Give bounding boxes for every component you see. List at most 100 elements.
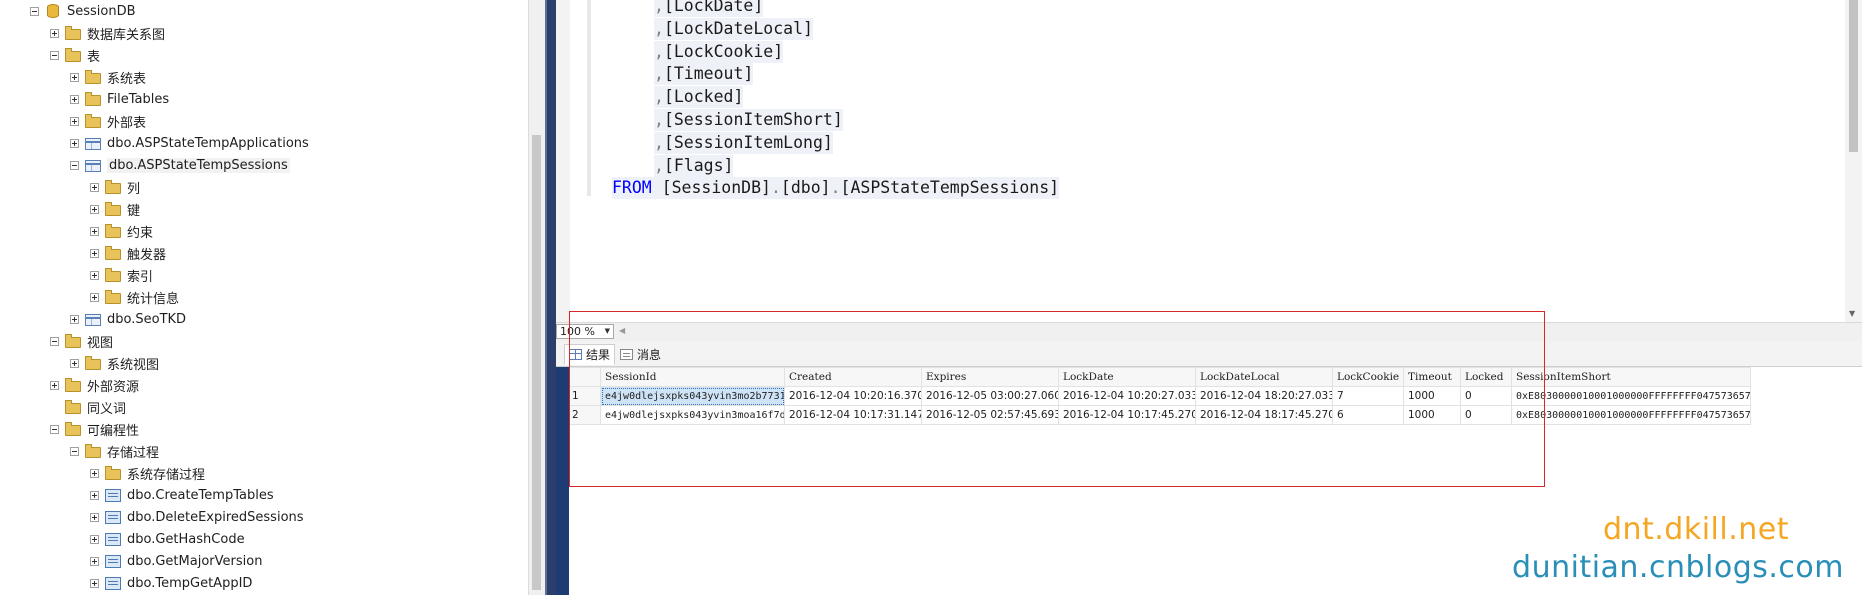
tree-node-createtemptables[interactable]: dbo.CreateTempTables: [90, 484, 274, 506]
tree-node-triggers[interactable]: 触发器: [90, 242, 166, 264]
grid-cell[interactable]: 0xE8030000010001000000FFFFFFFF0475736572…: [1511, 386, 1751, 406]
grid-cell[interactable]: e4jw0dlejsxpks043yvin3moa16f7da2: [600, 405, 785, 425]
tree-node-tempgetappid[interactable]: dbo.TempGetAppID: [90, 572, 252, 594]
expand-icon[interactable]: [90, 556, 99, 566]
expand-icon[interactable]: [70, 314, 79, 324]
tree-node-columns[interactable]: 列: [90, 176, 140, 198]
grid-cell[interactable]: 2016-12-04 10:20:16.370: [784, 386, 922, 406]
row-number[interactable]: 2: [569, 405, 601, 425]
expand-icon[interactable]: [90, 534, 99, 544]
tree-node-external-tables[interactable]: 外部表: [70, 110, 146, 132]
tree-node-system-tables[interactable]: 系统表: [70, 66, 146, 88]
tree-node-sessiondb[interactable]: SessionDB: [30, 0, 136, 22]
tree-node-constraints[interactable]: 约束: [90, 220, 153, 242]
tree-node-aspstatetempapplications[interactable]: dbo.ASPStateTempApplications: [70, 132, 309, 154]
grid-cell[interactable]: 1000: [1403, 386, 1461, 406]
tree-node-system-stored-procedures[interactable]: 系统存储过程: [90, 462, 205, 484]
tree-node-external-resources[interactable]: 外部资源: [50, 374, 139, 396]
expand-icon[interactable]: [90, 270, 99, 280]
expand-icon[interactable]: [90, 204, 99, 214]
grid-cell[interactable]: 2016-12-04 10:20:27.033: [1058, 386, 1196, 406]
grid-cell[interactable]: e4jw0dlejsxpks043yvin3mo2b7731d2: [600, 386, 785, 406]
tree-node-label: 外部资源: [87, 379, 140, 395]
grid-cell[interactable]: 2016-12-04 10:17:45.270: [1058, 405, 1196, 425]
expand-icon[interactable]: [90, 578, 99, 588]
tree-node-tables[interactable]: 表: [50, 44, 100, 66]
tree-node-system-views[interactable]: 系统视图: [70, 352, 159, 374]
expand-icon[interactable]: [90, 182, 99, 192]
tree-node-aspstatetempsessions[interactable]: dbo.ASPStateTempSessions: [70, 154, 290, 176]
tree-node-indexes[interactable]: 索引: [90, 264, 153, 286]
results-grid[interactable]: SessionId Created Expires LockDate LockDateL…: [569, 367, 1751, 425]
collapse-icon[interactable]: [50, 424, 59, 434]
table-row[interactable]: 2 e4jw0dlejsxpks043yvin3moa16f7da2 2016-12…: [569, 405, 1751, 425]
object-explorer-scrollbar[interactable]: [528, 0, 545, 595]
expand-icon[interactable]: [70, 116, 79, 126]
collapse-icon[interactable]: [30, 6, 39, 16]
expand-icon[interactable]: [90, 490, 99, 500]
tree-node-getmajorversion[interactable]: dbo.GetMajorVersion: [90, 550, 262, 572]
column-header[interactable]: SessionItemShort: [1511, 367, 1751, 387]
expand-icon[interactable]: [90, 292, 99, 302]
tab-results[interactable]: 结果: [564, 344, 616, 365]
collapse-icon[interactable]: [50, 50, 59, 60]
collapse-icon[interactable]: [50, 336, 59, 346]
row-number[interactable]: 1: [569, 386, 601, 406]
expand-icon[interactable]: [90, 248, 99, 258]
scrollbar-thumb[interactable]: [1849, 0, 1858, 152]
tree-node-gethashcode[interactable]: dbo.GetHashCode: [90, 528, 245, 550]
tab-messages[interactable]: 消息: [616, 344, 665, 365]
grid-cell[interactable]: 0: [1460, 405, 1512, 425]
tree-node-diagrams[interactable]: 数据库关系图: [50, 22, 165, 44]
expand-icon[interactable]: [90, 512, 99, 522]
expand-icon[interactable]: [70, 72, 79, 82]
expand-icon[interactable]: [50, 380, 59, 390]
column-header[interactable]: Created: [784, 367, 922, 387]
grid-cell[interactable]: 2016-12-04 18:20:27.033: [1195, 386, 1333, 406]
expand-icon[interactable]: [50, 28, 59, 38]
tree-node-statistics[interactable]: 统计信息: [90, 286, 179, 308]
grid-cell[interactable]: 0: [1460, 386, 1512, 406]
tree-node-synonyms[interactable]: 同义词: [50, 396, 126, 418]
column-header[interactable]: LockDateLocal: [1195, 367, 1333, 387]
scrollbar-thumb[interactable]: [532, 135, 541, 590]
column-header[interactable]: SessionId: [600, 367, 785, 387]
grid-cell[interactable]: 7: [1332, 386, 1404, 406]
grid-cell[interactable]: 2016-12-04 10:17:31.147: [784, 405, 922, 425]
zoom-dropdown[interactable]: 100 % ▼: [556, 324, 614, 339]
grid-cell[interactable]: 2016-12-05 03:00:27.060: [921, 386, 1059, 406]
scroll-left-arrow-icon[interactable]: ◀: [619, 326, 625, 335]
scroll-down-arrow-icon[interactable]: ▼: [1849, 309, 1855, 318]
folder-icon: [65, 333, 81, 348]
expand-icon[interactable]: [70, 94, 79, 104]
tree-node-seotkd[interactable]: dbo.SeoTKD: [70, 308, 186, 330]
collapse-icon[interactable]: [70, 446, 79, 456]
tree-node-stored-procedures[interactable]: 存储过程: [70, 440, 159, 462]
row-header-corner[interactable]: [569, 367, 601, 387]
database-icon: [47, 4, 59, 18]
column-header[interactable]: Expires: [921, 367, 1059, 387]
tree-node-filetables[interactable]: FileTables: [70, 88, 169, 110]
grid-cell[interactable]: 2016-12-04 18:17:45.270: [1195, 405, 1333, 425]
expand-icon[interactable]: [90, 226, 99, 236]
column-header[interactable]: LockCookie: [1332, 367, 1404, 387]
tree-node-views[interactable]: 视图: [50, 330, 113, 352]
tree-node-keys[interactable]: 键: [90, 198, 140, 220]
editor-scrollbar[interactable]: ▼: [1845, 0, 1862, 322]
grid-cell[interactable]: 1000: [1403, 405, 1461, 425]
expand-icon[interactable]: [70, 138, 79, 148]
column-header[interactable]: LockDate: [1058, 367, 1196, 387]
tree-node-programmability[interactable]: 可编程性: [50, 418, 139, 440]
column-header[interactable]: Timeout: [1403, 367, 1461, 387]
grid-cell[interactable]: 2016-12-05 02:57:45.693: [921, 405, 1059, 425]
sql-line: ,[SessionItemLong]: [654, 131, 833, 154]
column-header[interactable]: Locked: [1460, 367, 1512, 387]
query-editor[interactable]: ,[LockDate] ,[LockDateLocal] ,[LockCookie]…: [556, 0, 1862, 322]
collapse-icon[interactable]: [70, 160, 79, 170]
expand-icon[interactable]: [70, 358, 79, 368]
tree-node-deleteexpiredsessions[interactable]: dbo.DeleteExpiredSessions: [90, 506, 304, 528]
grid-cell[interactable]: 0xE8030000010001000000FFFFFFFF0475736572…: [1511, 405, 1751, 425]
grid-cell[interactable]: 6: [1332, 405, 1404, 425]
expand-icon[interactable]: [90, 468, 99, 478]
table-row[interactable]: 1 e4jw0dlejsxpks043yvin3mo2b7731d2 2016-12…: [569, 386, 1751, 406]
